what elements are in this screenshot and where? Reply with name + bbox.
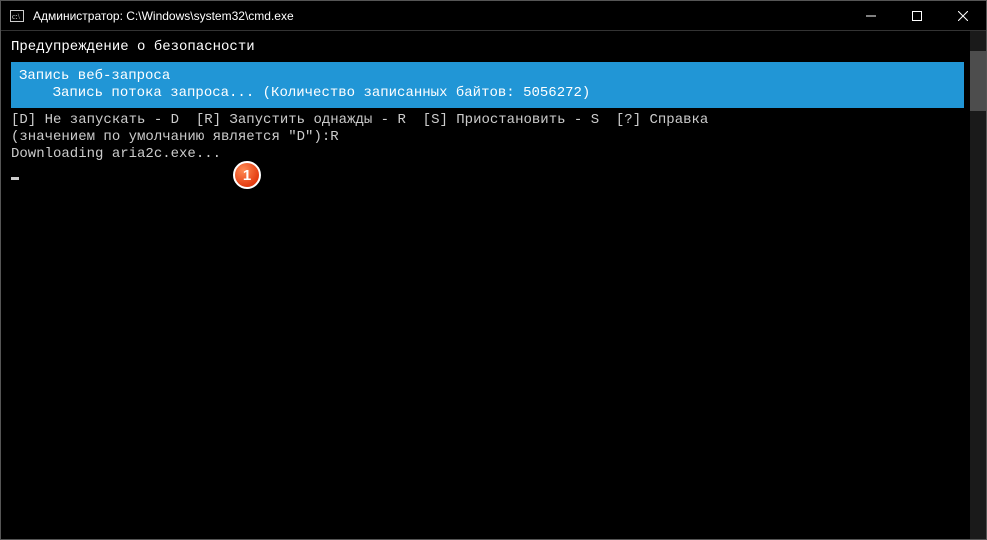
- terminal-content[interactable]: Предупреждение о безопасности Запись веб…: [1, 31, 986, 539]
- minimize-button[interactable]: [848, 1, 894, 30]
- progress-line-1: Запись веб-запроса: [19, 68, 170, 84]
- svg-text:c:\: c:\: [12, 12, 21, 21]
- security-warning-line: Предупреждение о безопасности: [11, 39, 978, 56]
- callout-badge-1: 1: [233, 161, 261, 189]
- scrollbar-track[interactable]: [970, 31, 986, 539]
- close-button[interactable]: [940, 1, 986, 30]
- window-title: Администратор: C:\Windows\system32\cmd.e…: [33, 9, 848, 23]
- default-prompt-line: (значением по умолчанию является "D"):R: [11, 129, 978, 146]
- callout-number: 1: [243, 167, 251, 184]
- maximize-button[interactable]: [894, 1, 940, 30]
- cmd-window: c:\ Администратор: C:\Windows\system32\c…: [0, 0, 987, 540]
- window-controls: [848, 1, 986, 30]
- downloading-line: Downloading aria2c.exe...: [11, 146, 978, 163]
- cmd-icon: c:\: [9, 8, 25, 24]
- progress-line-2: Запись потока запроса... (Количество зап…: [19, 85, 590, 101]
- scrollbar-thumb[interactable]: [970, 51, 986, 111]
- titlebar[interactable]: c:\ Администратор: C:\Windows\system32\c…: [1, 1, 986, 31]
- cursor: [11, 163, 978, 180]
- progress-block: Запись веб-запроса Запись потока запроса…: [11, 62, 964, 108]
- options-line: [D] Не запускать - D [R] Запустить однаж…: [11, 112, 978, 129]
